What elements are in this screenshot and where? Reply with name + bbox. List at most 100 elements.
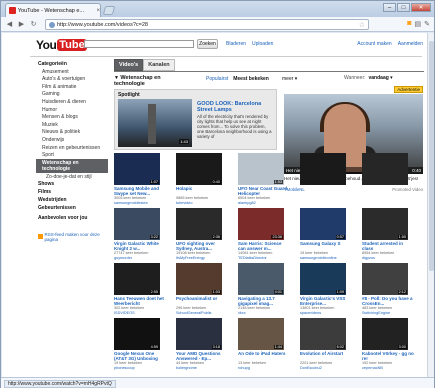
video-card[interactable]: 1:55 Student arrested in class 8954 keer b… bbox=[362, 208, 414, 260]
video-thumbnail[interactable] bbox=[300, 153, 346, 185]
sidebar-item[interactable]: Sport bbox=[36, 152, 108, 160]
video-user[interactable]: SchoolGeneralPublis bbox=[176, 311, 228, 316]
video-thumbnail[interactable]: 0:40 bbox=[176, 153, 222, 185]
sidebar-item[interactable]: Mensen & blogs bbox=[36, 114, 108, 122]
video-user[interactable]: cepernacNB bbox=[362, 366, 414, 371]
video-user[interactable]: ItsMyFreeEnergy bbox=[176, 256, 228, 261]
address-bar[interactable]: http://www.youtube.com/videos?c=28 ☆ bbox=[45, 19, 369, 30]
sidebar-item[interactable]: Nieuws & politiek bbox=[36, 129, 108, 137]
scrollbar-thumb[interactable] bbox=[429, 41, 434, 271]
video-user[interactable]: TEDtalksDirector bbox=[238, 256, 290, 261]
sidebar-item[interactable]: Humor bbox=[36, 106, 108, 114]
video-thumbnail[interactable]: 4:59 bbox=[114, 318, 160, 350]
video-user[interactable]: SwitchingEngine bbox=[362, 311, 414, 316]
sidebar-item[interactable]: Gaming bbox=[36, 91, 108, 99]
video-card[interactable]: 1:53 UFO Near Coast Guard Helicopter 6504 … bbox=[238, 153, 290, 205]
video-card[interactable]: 1:03 Psychoanimalist or 296 keer bekeken Sc… bbox=[176, 263, 228, 315]
sidebar-item[interactable]: Film & animatie bbox=[36, 83, 108, 91]
video-card[interactable]: 2:36 UFO sighting over Sydney, Austra... 1… bbox=[176, 208, 228, 260]
video-user[interactable]: alanhpg82 bbox=[238, 201, 290, 206]
video-card[interactable] bbox=[300, 153, 352, 196]
vertical-scrollbar[interactable] bbox=[427, 33, 434, 377]
video-thumbnail[interactable]: 3:00 bbox=[362, 318, 408, 350]
video-card[interactable]: 3:18 Your AMD Questions Answered - Ep... 4… bbox=[176, 318, 228, 370]
video-thumbnail[interactable]: 0:57 bbox=[300, 208, 346, 240]
close-window-button[interactable]: ✕ bbox=[411, 3, 431, 12]
bookmark-star-icon[interactable]: ☆ bbox=[359, 21, 365, 29]
sidebar-item[interactable]: Onderwijs bbox=[36, 136, 108, 144]
video-title[interactable]: Samsung Mobile and Swype set New... bbox=[114, 186, 166, 196]
ad-badge[interactable]: Advertentie bbox=[394, 86, 423, 93]
video-thumbnail[interactable]: 1:53 bbox=[238, 153, 284, 185]
video-card[interactable]: 0:40 Holapic 9865 keer bekeken tubevideo bbox=[176, 153, 228, 205]
video-card[interactable]: 2:12 #8 - Poll: Do you have a CrossEn... 4… bbox=[362, 263, 414, 315]
video-user[interactable]: ISDVIDEOS bbox=[114, 311, 166, 316]
forward-icon[interactable]: ▶ bbox=[17, 20, 26, 29]
video-title[interactable]: #8 - Poll: Do you have a CrossEn... bbox=[362, 296, 414, 306]
video-thumbnail[interactable] bbox=[362, 153, 408, 185]
video-card[interactable]: 2:55 Hans Teeuwen doet het Weerbericht 302… bbox=[114, 263, 166, 315]
video-card[interactable]: 4:01 Navigating a 13.7 gigapixel imag... 2… bbox=[238, 263, 290, 315]
video-user[interactable]: boilergnome bbox=[176, 366, 228, 371]
video-user[interactable]: samsungmobileonline bbox=[300, 256, 352, 261]
video-title[interactable]: Virgin Galactic White Knight 2 w... bbox=[114, 241, 166, 251]
video-card[interactable]: 1:09 Virgin Galactic's VSS Enterprise... 1… bbox=[300, 263, 352, 315]
video-title[interactable]: Student arrested in class bbox=[362, 241, 414, 251]
video-title[interactable]: An Ode to iPad Haters bbox=[238, 351, 290, 361]
youtube-logo[interactable]: You Tube bbox=[36, 38, 87, 52]
video-thumbnail[interactable]: 6:02 bbox=[300, 318, 346, 350]
video-thumbnail[interactable]: 2:36 bbox=[176, 208, 222, 240]
video-title[interactable] bbox=[362, 186, 414, 196]
video-thumbnail[interactable]: 23:38 bbox=[238, 208, 284, 240]
rss-icon[interactable]: ◙ bbox=[407, 20, 411, 28]
sidebar-item[interactable]: Auto's & voertuigen bbox=[36, 76, 108, 84]
sidebar-item[interactable]: Reizen en gebeurtenissen bbox=[36, 144, 108, 152]
filter-meest-bekeken[interactable]: Meest bekeken bbox=[233, 76, 269, 82]
video-card[interactable]: 1:44 An Ode to iPad Haters 13 keer bekeken… bbox=[238, 318, 290, 370]
video-thumbnail[interactable]: 3:18 bbox=[176, 318, 222, 350]
video-thumbnail[interactable]: 1:09 bbox=[300, 263, 346, 295]
tab-kanalen[interactable]: Kanalen bbox=[143, 59, 175, 71]
account-maken-link[interactable]: Account maken bbox=[357, 41, 391, 47]
video-title[interactable]: UFO Near Coast Guard Helicopter bbox=[238, 186, 290, 196]
sidebar-item[interactable]: Amusement bbox=[36, 68, 108, 76]
video-card[interactable]: 4:59 Google Nexus One (AT&T 3G) Unboxing 1… bbox=[114, 318, 166, 370]
spotlight-thumbnail[interactable]: 1:43 bbox=[118, 99, 192, 147]
wanneer-select[interactable]: vandaag ▾ bbox=[369, 75, 393, 81]
video-thumbnail[interactable]: 1:07 bbox=[114, 153, 160, 185]
video-user[interactable]: samsungmobilesiea bbox=[114, 201, 166, 206]
video-card[interactable]: 3:22 Virgin Galactic White Knight 2 w... 2… bbox=[114, 208, 166, 260]
uploaden-link[interactable]: Uploaden bbox=[252, 41, 273, 47]
sidebar-item[interactable]: Wetenschap en technologie bbox=[36, 159, 108, 174]
minimize-button[interactable]: – bbox=[383, 3, 396, 12]
aanmelden-link[interactable]: Aanmelden bbox=[398, 41, 423, 47]
tab-videos[interactable]: Video's bbox=[114, 59, 144, 71]
video-user[interactable]: digyzus bbox=[362, 256, 414, 261]
more-dropdown[interactable]: meer ▾ bbox=[282, 76, 297, 82]
reload-icon[interactable]: ↻ bbox=[29, 20, 38, 29]
video-thumbnail[interactable]: 1:44 bbox=[238, 318, 284, 350]
video-title[interactable]: Your AMD Questions Answered - Ep... bbox=[176, 351, 228, 361]
back-icon[interactable]: ◀ bbox=[5, 20, 14, 29]
sidebar-section-link[interactable]: Films bbox=[36, 189, 108, 197]
video-user[interactable]: xkxx bbox=[238, 311, 290, 316]
video-card[interactable]: 0:57 Samsung Galaxy S 19 keer bekeken samsu… bbox=[300, 208, 352, 260]
wrench-icon[interactable]: ✎ bbox=[424, 20, 430, 28]
sidebar-section-link[interactable]: Wedstrijden bbox=[36, 196, 108, 204]
video-card[interactable] bbox=[362, 153, 414, 196]
video-user[interactable]: guymurder bbox=[114, 256, 166, 261]
video-title[interactable]: Google Nexus One (AT&T 3G) Unboxing bbox=[114, 351, 166, 361]
sidebar-item[interactable]: Huisdieren & dieren bbox=[36, 98, 108, 106]
video-thumbnail[interactable]: 3:22 bbox=[114, 208, 160, 240]
page-menu-icon[interactable]: ▤ bbox=[415, 20, 422, 28]
filter-populairst[interactable]: Populairst bbox=[206, 76, 228, 82]
video-thumbnail[interactable]: 2:55 bbox=[114, 263, 160, 295]
video-user[interactable]: spacevideos bbox=[300, 311, 352, 316]
video-title[interactable]: Kabootel Vörkey - gg no re! bbox=[362, 351, 414, 361]
video-user[interactable]: phonescoop bbox=[114, 366, 166, 371]
rss-feed-link[interactable]: RSS-feed maken voor deze pagina bbox=[36, 232, 108, 242]
video-title[interactable]: Sam Harris: Science can answer m... bbox=[238, 241, 290, 251]
close-tab-icon[interactable]: × bbox=[96, 8, 100, 14]
video-title[interactable]: Virgin Galactic's VSS Enterprise... bbox=[300, 296, 352, 306]
video-thumbnail[interactable]: 4:01 bbox=[238, 263, 284, 295]
